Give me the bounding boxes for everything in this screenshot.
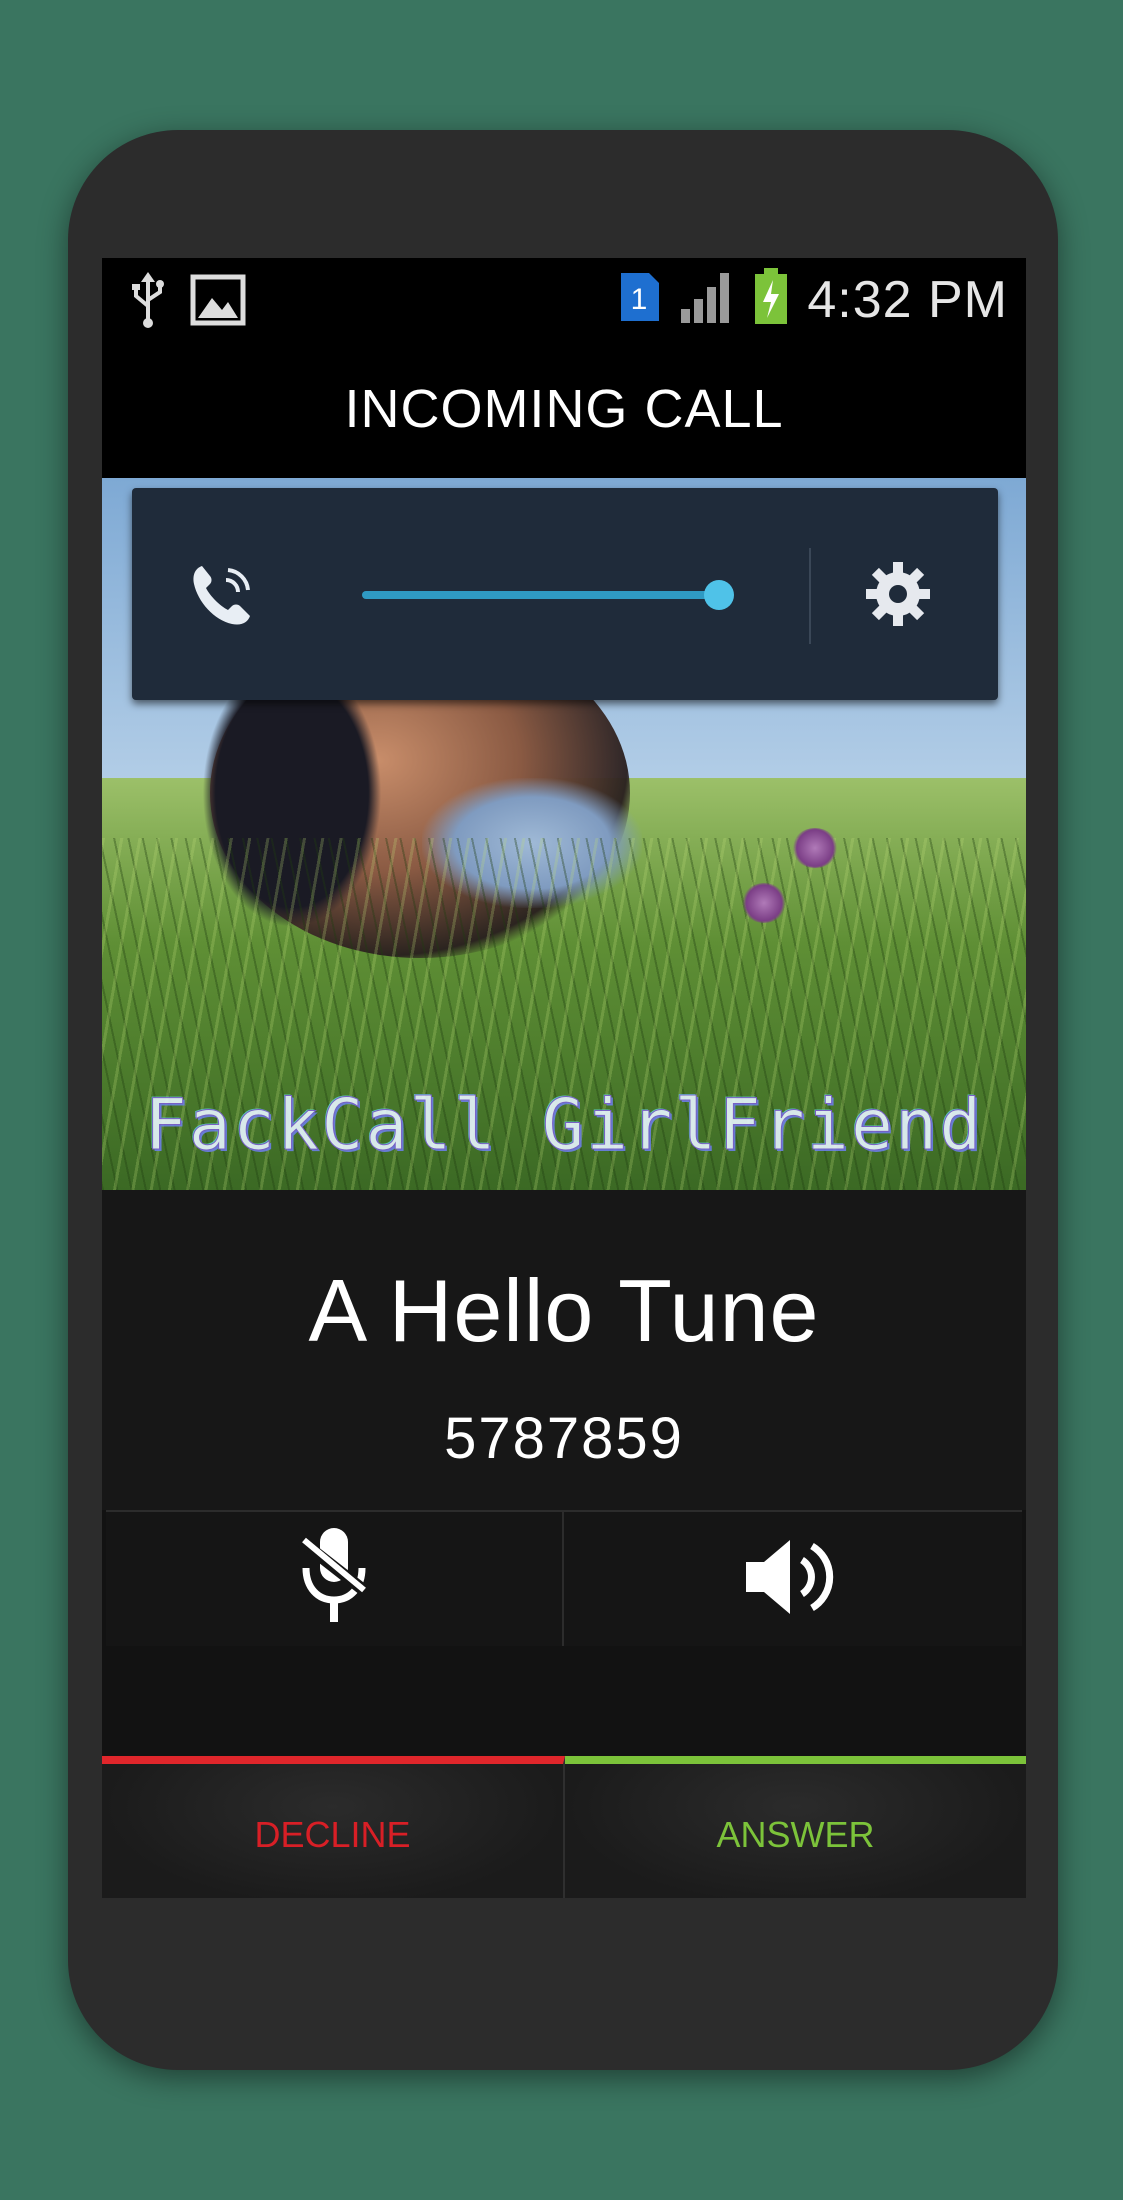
phone-screen: 1 4:32 PM INCOMING CALL FackCall GirlFri… [102,258,1026,1898]
photo-caption: FackCall GirlFriend [144,1084,984,1167]
decline-button[interactable]: DECLINE [102,1756,565,1898]
title-bar: INCOMING CALL [102,340,1026,478]
photo-flower [792,828,838,868]
caller-number: 5787859 [444,1406,684,1471]
image-icon [190,274,246,331]
status-time: 4:32 PM [807,270,1008,329]
mute-button[interactable] [106,1512,564,1646]
signal-icon [679,269,735,330]
mute-mic-icon [294,1522,374,1637]
svg-text:1: 1 [631,283,648,316]
sim-icon: 1 [619,271,661,328]
status-bar: 1 4:32 PM [102,258,1026,340]
settings-gear-icon[interactable] [864,560,932,633]
caller-info: A Hello Tune 5787859 [102,1190,1026,1510]
call-controls [106,1510,1022,1648]
caller-photo: FackCall GirlFriend [102,478,1026,1190]
volume-panel [132,488,998,700]
usb-icon [130,272,166,333]
battery-charging-icon [753,268,789,331]
volume-slider-track[interactable] [362,591,718,599]
volume-slider-thumb[interactable] [704,580,734,610]
speaker-button[interactable] [564,1512,1020,1646]
speaker-icon [742,1532,842,1627]
answer-button[interactable]: ANSWER [565,1756,1026,1898]
controls-spacer [102,1646,1026,1756]
volume-divider [809,548,811,644]
caller-name: A Hello Tune [308,1261,820,1360]
photo-flower [742,883,786,923]
ringer-phone-icon[interactable] [188,558,258,635]
screen-title: INCOMING CALL [344,379,784,439]
call-actions: DECLINE ANSWER [102,1756,1026,1898]
